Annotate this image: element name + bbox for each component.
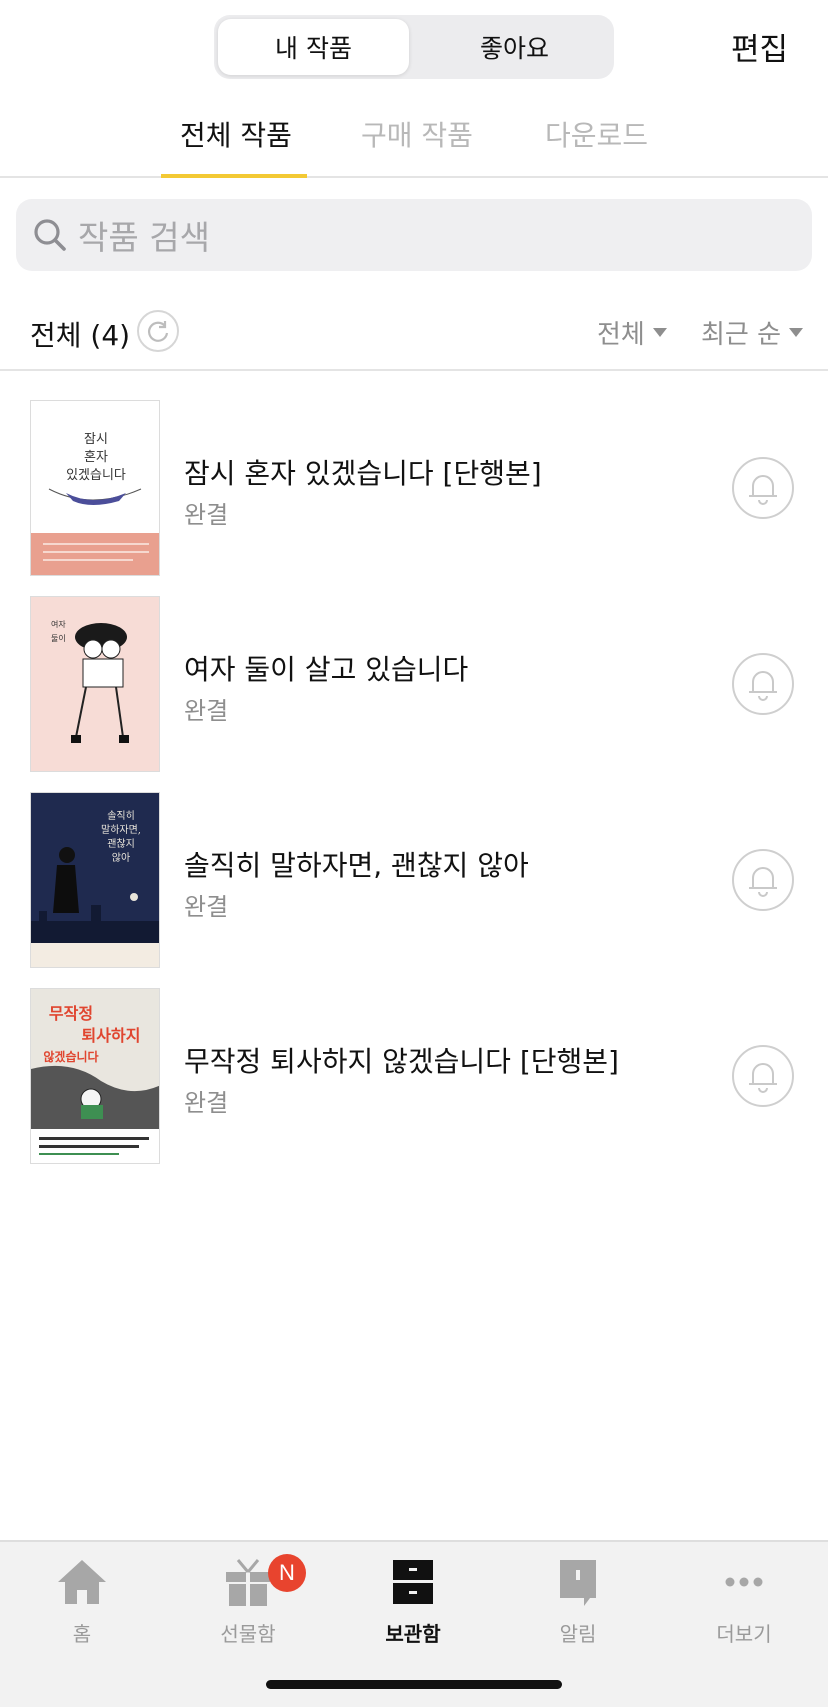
bell-icon [749, 671, 777, 701]
svg-text:괜찮지: 괜찮지 [107, 838, 135, 850]
nav-more[interactable]: 더보기 [684, 1554, 804, 1674]
svg-text:둘이: 둘이 [51, 633, 66, 643]
nav-archive[interactable]: 보관함 [353, 1554, 473, 1674]
refresh-icon [147, 321, 169, 342]
more-icon [725, 1577, 763, 1587]
tab-all-works[interactable]: 전체 작품 [180, 114, 292, 154]
bell-icon [749, 1063, 777, 1093]
chevron-down-icon [652, 328, 667, 337]
sub-tab-bar: 전체 작품 구매 작품 다운로드 [0, 92, 828, 178]
list-header: 전체 (4) 전체 최근 순 [0, 300, 828, 371]
nav-label-notifications: 알림 [559, 1622, 597, 1646]
book-cover[interactable]: 솔직히 말하자면, 괜찮지 않아 [30, 792, 160, 968]
book-cover[interactable]: 잠시 혼자 있겠습니다 [30, 400, 160, 576]
notification-toggle[interactable] [732, 457, 794, 519]
refresh-button[interactable] [137, 310, 179, 352]
filter-label: 전체 [597, 320, 645, 350]
edit-button[interactable]: 편집 [731, 24, 788, 69]
active-tab-indicator [161, 174, 307, 178]
gift-icon [226, 1559, 270, 1606]
svg-text:솔직히: 솔직히 [107, 810, 135, 822]
nav-label-home: 홈 [72, 1622, 92, 1646]
svg-text:말하자면,: 말하자면, [101, 823, 141, 836]
nav-label-more: 더보기 [716, 1622, 772, 1646]
book-status: 완결 [184, 697, 229, 725]
search-placeholder: 작품 검색 [78, 218, 210, 257]
nav-notifications[interactable]: 알림 [518, 1554, 638, 1674]
segment-likes[interactable]: 좋아요 [419, 19, 610, 75]
chevron-down-icon [789, 328, 804, 337]
notification-toggle[interactable] [732, 653, 794, 715]
notification-icon [560, 1560, 596, 1606]
svg-text:퇴사하지: 퇴사하지 [82, 1026, 141, 1045]
svg-text:무작정: 무작정 [49, 1004, 93, 1023]
search-icon [34, 219, 66, 251]
svg-text:혼자: 혼자 [84, 450, 108, 465]
library-screen: 내 작품 좋아요 편집 전체 작품 구매 작품 다운로드 작품 검색 전체 (4… [0, 0, 828, 1707]
list-item[interactable]: 여자 둘이 여자 둘이 살고 있습니다 완결 [0, 596, 828, 792]
book-status: 완결 [184, 893, 229, 921]
nav-label-archive: 보관함 [385, 1622, 441, 1646]
sort-label: 최근 순 [701, 320, 782, 350]
home-indicator [266, 1680, 562, 1689]
work-count: 전체 (4) [30, 319, 131, 352]
new-badge: N [268, 1554, 306, 1592]
search-input[interactable]: 작품 검색 [16, 199, 812, 271]
tab-downloads[interactable]: 다운로드 [545, 114, 648, 154]
sort-dropdown[interactable]: 최근 순 [701, 314, 804, 351]
book-title: 잠시 혼자 있겠습니다 [단행본] [184, 457, 542, 490]
list-item[interactable]: 무작정 퇴사하지 않겠습니다 무작정 퇴사하지 않겠습니다 [단행본] 완결 [0, 988, 828, 1184]
nav-gift-box[interactable]: 선물함 N [188, 1554, 308, 1674]
nav-home[interactable]: 홈 [22, 1554, 142, 1674]
book-title: 여자 둘이 살고 있습니다 [184, 653, 469, 686]
svg-text:잠시: 잠시 [84, 432, 108, 447]
filter-dropdown[interactable]: 전체 [597, 314, 667, 351]
list-item[interactable]: 솔직히 말하자면, 괜찮지 않아 솔직히 말하자면, 괜찮지 않아 완결 [0, 792, 828, 988]
top-bar: 내 작품 좋아요 편집 [0, 0, 828, 92]
svg-text:않아: 않아 [112, 852, 130, 864]
segment-control: 내 작품 좋아요 [214, 15, 614, 79]
svg-text:않겠습니다: 않겠습니다 [43, 1049, 98, 1064]
tab-purchased[interactable]: 구매 작품 [361, 114, 473, 154]
book-cover[interactable]: 무작정 퇴사하지 않겠습니다 [30, 988, 160, 1164]
book-title: 무작정 퇴사하지 않겠습니다 [단행본] [184, 1045, 619, 1078]
book-title: 솔직히 말하자면, 괜찮지 않아 [184, 849, 529, 882]
svg-text:있겠습니다: 있겠습니다 [66, 468, 126, 483]
notification-toggle[interactable] [732, 1045, 794, 1107]
bell-icon [749, 475, 777, 505]
nav-label-gift: 선물함 [220, 1622, 276, 1646]
list-item[interactable]: 잠시 혼자 있겠습니다 잠시 혼자 있겠습니다 [단행본] 완결 [0, 400, 828, 596]
notification-toggle[interactable] [732, 849, 794, 911]
home-icon [58, 1560, 106, 1604]
segment-my-works[interactable]: 내 작품 [218, 19, 409, 75]
bell-icon [749, 867, 777, 897]
book-status: 완결 [184, 501, 229, 529]
book-list: 잠시 혼자 있겠습니다 잠시 혼자 있겠습니다 [단행본] 완결 여자 둘이 여… [0, 400, 828, 1184]
book-cover[interactable]: 여자 둘이 [30, 596, 160, 772]
book-status: 완결 [184, 1089, 229, 1117]
svg-text:여자: 여자 [51, 619, 66, 629]
archive-icon [393, 1560, 433, 1604]
